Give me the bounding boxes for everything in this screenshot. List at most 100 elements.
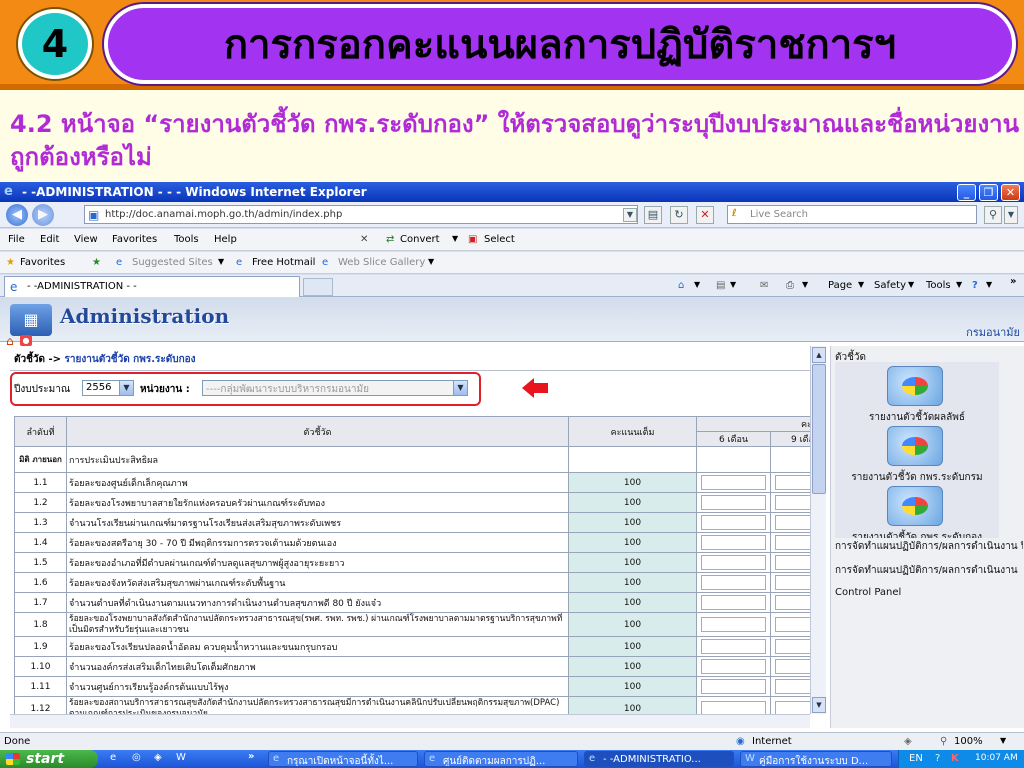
minimize-button[interactable]: _ [957, 184, 976, 201]
score-9-months-input[interactable] [775, 679, 810, 694]
free-hotmail-link[interactable]: Free Hotmail [252, 257, 315, 268]
tools-dropdown-icon[interactable]: ▼ [956, 280, 962, 289]
horizontal-scrollbar[interactable] [10, 714, 810, 728]
search-icon[interactable]: ⚲ [984, 206, 1002, 224]
address-dropdown-button[interactable]: ▼ [623, 208, 637, 222]
add-favorite-icon[interactable]: ★ [92, 257, 101, 268]
score-9-months-input[interactable] [775, 595, 810, 610]
sidebar-link-plan-53[interactable]: การจัดทำแผนปฏิบัติการ/ผลการดำเนินงาน ปี … [835, 539, 1023, 554]
menu-file[interactable]: File [8, 234, 25, 245]
score-9-months-input[interactable] [775, 639, 810, 654]
toolbar-overflow-icon[interactable]: » [1010, 276, 1016, 287]
close-toolbar-icon[interactable]: ✕ [360, 234, 368, 245]
score-6-months-input[interactable] [701, 515, 766, 530]
score-6-months-input[interactable] [701, 659, 766, 674]
home-icon[interactable]: ⌂ [678, 280, 684, 291]
score-9-months-input[interactable] [775, 575, 810, 590]
refresh-icon[interactable]: ↻ [670, 206, 688, 224]
web-slice-dropdown-icon[interactable]: ▼ [428, 257, 434, 266]
close-button[interactable]: ✕ [1001, 184, 1020, 201]
scroll-thumb[interactable] [812, 364, 826, 494]
tray-antivirus-icon[interactable]: K [951, 753, 959, 764]
score-6-months-input[interactable] [701, 475, 766, 490]
scroll-down-icon[interactable]: ▼ [812, 697, 826, 713]
score-9-months-input[interactable] [775, 555, 810, 570]
taskbar-button-3[interactable]: e - -ADMINISTRATIO... [584, 751, 734, 767]
taskbar-button-4[interactable]: W คู่มือการใช้งานระบบ D... [740, 751, 892, 767]
protected-mode-icon[interactable]: ◈ [904, 736, 912, 747]
page-menu[interactable]: Page [828, 280, 852, 291]
web-slice-link[interactable]: Web Slice Gallery [338, 257, 425, 268]
compatibility-icon[interactable]: ▤ [644, 206, 662, 224]
feeds-dropdown-icon[interactable]: ▼ [730, 280, 736, 289]
search-input[interactable]: ℓ Live Search [727, 205, 977, 224]
scroll-up-icon[interactable]: ▲ [812, 347, 826, 363]
home-dropdown-icon[interactable]: ▼ [694, 280, 700, 289]
quicklaunch-media-icon[interactable]: ◎ [132, 752, 141, 763]
forward-button[interactable]: ▶ [32, 204, 54, 226]
taskbar-button-2[interactable]: e ศูนย์ติดตามผลการปฏิ... [424, 751, 578, 767]
stop-icon[interactable]: ✕ [696, 206, 714, 224]
safety-dropdown-icon[interactable]: ▼ [908, 280, 914, 289]
sidebar-card-division[interactable]: รายงานตัวชี้วัด กพร.ระดับกอง [835, 482, 999, 538]
quicklaunch-ie-icon[interactable]: e [110, 752, 116, 763]
address-field[interactable]: ▣ http://doc.anamai.moph.go.th/admin/ind… [84, 205, 638, 224]
zoom-dropdown-icon[interactable]: ▼ [1000, 736, 1006, 745]
menu-favorites[interactable]: Favorites [112, 234, 157, 245]
quicklaunch-overflow-icon[interactable]: » [248, 751, 254, 762]
logout-icon[interactable]: ● [20, 335, 32, 346]
tools-menu[interactable]: Tools [926, 280, 951, 291]
select-button[interactable]: Select [484, 234, 515, 245]
score-6-months-input[interactable] [701, 555, 766, 570]
year-select[interactable]: 2556 ▼ [82, 380, 134, 396]
page-dropdown-icon[interactable]: ▼ [858, 280, 864, 289]
taskbar-button-1[interactable]: e กรุณาเปิดหน้าจอนี้ทั้งไ... [268, 751, 418, 767]
score-9-months-input[interactable] [775, 659, 810, 674]
score-6-months-input[interactable] [701, 679, 766, 694]
feeds-icon[interactable]: ▤ [716, 280, 725, 291]
score-9-months-input[interactable] [775, 515, 810, 530]
quicklaunch-app-icon[interactable]: ◈ [154, 752, 162, 763]
score-9-months-input[interactable] [775, 535, 810, 550]
start-button[interactable]: start [0, 750, 98, 768]
score-6-months-input[interactable] [701, 495, 766, 510]
quicklaunch-word-icon[interactable]: W [176, 752, 186, 763]
tab-administration[interactable]: e - -ADMINISTRATION - - [4, 276, 300, 297]
score-6-months-input[interactable] [701, 639, 766, 654]
suggested-dropdown-icon[interactable]: ▼ [218, 257, 224, 266]
new-tab-button[interactable] [303, 278, 333, 296]
favorites-button[interactable]: Favorites [20, 257, 65, 268]
score-6-months-input[interactable] [701, 535, 766, 550]
print-icon[interactable]: ⎙ [786, 280, 794, 291]
convert-button[interactable]: Convert [400, 234, 440, 245]
menu-help[interactable]: Help [214, 234, 237, 245]
zoom-level[interactable]: 100% [954, 736, 983, 747]
back-button[interactable]: ◀ [6, 204, 28, 226]
unit-select[interactable]: ----กลุ่มพัฒนาระบบบริหารกรมอนามัย ▼ [202, 380, 468, 396]
score-6-months-input[interactable] [701, 595, 766, 610]
help-icon[interactable]: ? [972, 280, 978, 291]
suggested-sites-link[interactable]: Suggested Sites [132, 257, 213, 268]
mail-icon[interactable]: ✉ [760, 280, 768, 291]
sidebar-link-plan[interactable]: การจัดทำแผนปฏิบัติการ/ผลการดำเนินงาน [835, 563, 1023, 578]
tray-help-icon[interactable]: ? [935, 753, 940, 764]
score-9-months-input[interactable] [775, 701, 810, 714]
score-9-months-input[interactable] [775, 495, 810, 510]
sidebar-card-department[interactable]: รายงานตัวชี้วัด กพร.ระดับกรม [835, 422, 999, 484]
menu-view[interactable]: View [74, 234, 98, 245]
print-dropdown-icon[interactable]: ▼ [802, 280, 808, 289]
sidebar-card-outcome[interactable]: รายงานตัวชี้วัดผลลัพธ์ [835, 362, 999, 424]
score-6-months-input[interactable] [701, 575, 766, 590]
score-6-months-input[interactable] [701, 701, 766, 714]
restore-button[interactable]: ❐ [979, 184, 998, 201]
language-indicator[interactable]: EN [909, 753, 923, 764]
help-dropdown-icon[interactable]: ▼ [986, 280, 992, 289]
breadcrumb-root[interactable]: ตัวชี้วัด [14, 354, 45, 365]
sidebar-link-control-panel[interactable]: Control Panel [835, 587, 1023, 598]
search-options-button[interactable]: ▼ [1004, 206, 1018, 224]
convert-dropdown-icon[interactable]: ▼ [452, 234, 458, 243]
menu-edit[interactable]: Edit [40, 234, 59, 245]
menu-tools[interactable]: Tools [174, 234, 199, 245]
safety-menu[interactable]: Safety [874, 280, 906, 291]
vertical-scrollbar[interactable]: ▲ ▼ [810, 346, 826, 714]
